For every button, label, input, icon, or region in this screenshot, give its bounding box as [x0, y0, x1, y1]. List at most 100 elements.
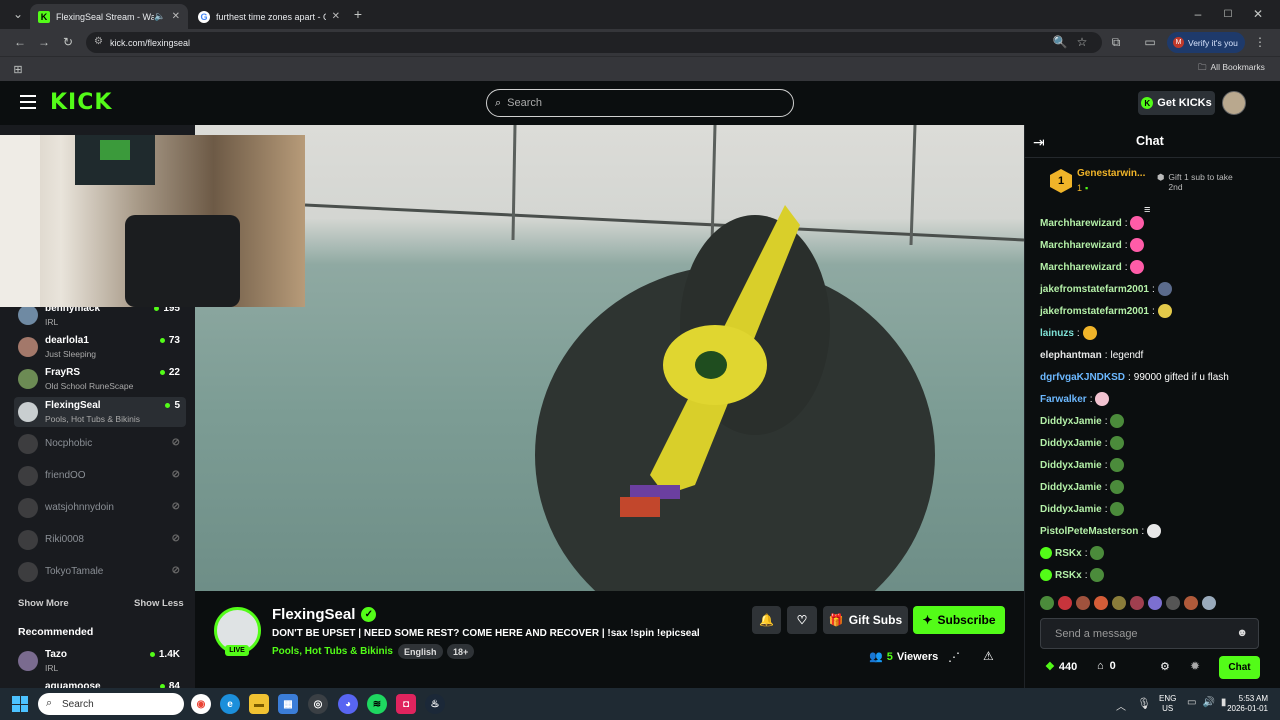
tab-flexingseal[interactable]: K FlexingSeal Stream - Watch 🔈 ✕ — [30, 4, 188, 29]
spotify-icon[interactable]: ≋ — [367, 694, 387, 714]
report-icon[interactable]: ⚠ — [983, 649, 994, 663]
user-avatar[interactable] — [1222, 91, 1246, 115]
chat-username[interactable]: Marchharewizard — [1040, 218, 1122, 229]
menu-dots-icon[interactable]: ⋮ — [1252, 34, 1268, 50]
taskbar-search-input[interactable]: ⌕ Search — [38, 693, 184, 715]
sidebar-channel[interactable]: dearlola1 Just Sleeping 73 — [14, 332, 186, 362]
chat-username[interactable]: DiddyxJamie — [1040, 460, 1102, 471]
back-icon[interactable]: ← — [12, 34, 28, 50]
chat-username[interactable]: DiddyxJamie — [1040, 416, 1102, 427]
emoji-icon[interactable]: ☻ — [1236, 627, 1248, 639]
chat-username[interactable]: Marchharewizard — [1040, 262, 1122, 273]
hamburger-menu-icon[interactable] — [20, 95, 36, 109]
chat-username[interactable]: DiddyxJamie — [1040, 504, 1102, 515]
cast-icon[interactable]: ▭ — [1142, 34, 1158, 50]
extensions-icon[interactable]: ⧉ — [1108, 34, 1124, 50]
microphone-icon[interactable]: 🎙 — [1137, 697, 1151, 710]
sidebar-recommended-channel[interactable]: Tazo IRL 1.4K — [14, 646, 186, 676]
rating-tag[interactable]: 18+ — [447, 644, 475, 659]
sidebar-channel-selected[interactable]: FlexingSeal Pools, Hot Tubs & Bikinis 5 — [14, 397, 186, 427]
file-explorer-icon[interactable]: ▬ — [249, 694, 269, 714]
site-info-icon[interactable]: ⚙ — [94, 36, 103, 47]
chat-emote — [1110, 414, 1125, 428]
chat-username[interactable]: PistolPeteMasterson — [1040, 526, 1138, 537]
send-chat-button[interactable]: Chat — [1219, 656, 1260, 679]
share-icon[interactable]: ⋰ — [948, 650, 960, 664]
avatar — [18, 402, 38, 422]
gift-count[interactable]: ⌂ 0 — [1097, 660, 1116, 672]
app-red-icon[interactable]: ◘ — [396, 694, 416, 714]
verified-badge-icon — [1040, 569, 1052, 581]
chat-username[interactable]: lainuzs — [1040, 328, 1074, 339]
gift-sub-prompt[interactable]: ⬢ Gift 1 sub to take 2nd — [1157, 172, 1247, 192]
expand-leaderboard-icon[interactable]: ≡ — [1144, 204, 1150, 216]
apps-grid-icon[interactable]: ⊞ — [10, 61, 26, 77]
settings-gear-icon[interactable]: ⚙ — [1160, 660, 1170, 673]
system-tray[interactable]: ▭ 🔊 ▮ — [1187, 697, 1226, 708]
chat-username[interactable]: jakefromstatefarm2001 — [1040, 306, 1149, 317]
sidebar-channel[interactable]: TokyoTamale ⊘ — [14, 557, 186, 587]
emote-menu-icon[interactable]: ✹ — [1190, 659, 1200, 673]
clock[interactable]: 5:53 AM 2026-01-01 — [1226, 694, 1268, 714]
maximize-icon[interactable]: ☐ — [1220, 6, 1236, 22]
profile-button[interactable]: M Verify it's you — [1167, 32, 1245, 53]
zoom-icon[interactable]: 🔍 — [1052, 34, 1068, 50]
edge-icon[interactable]: e — [220, 694, 240, 714]
kick-logo[interactable]: KICK — [50, 90, 112, 115]
language-tag[interactable]: English — [398, 644, 443, 659]
chat-username[interactable]: Farwalker — [1040, 394, 1087, 405]
chat-username[interactable]: elephantman — [1040, 350, 1102, 361]
chrome-profile-icon[interactable]: ◎ — [308, 694, 328, 714]
forward-icon[interactable]: → — [36, 34, 52, 50]
chat-username[interactable]: jakefromstatefarm2001 — [1040, 284, 1149, 295]
network-icon: ▭ — [1187, 697, 1197, 708]
top-gifter-name[interactable]: Genestarwin... — [1077, 168, 1145, 179]
language-indicator[interactable]: ENG US — [1159, 694, 1176, 714]
chat-username[interactable]: dgrfvgaKJNDKSD — [1040, 372, 1125, 383]
channel-points[interactable]: ❖ 440 — [1045, 660, 1077, 674]
follow-button[interactable]: ♡ — [787, 606, 817, 634]
sidebar-channel[interactable]: friendOO ⊘ — [14, 461, 186, 491]
notification-bell-button[interactable]: 🔔 — [752, 606, 781, 634]
chat-username[interactable]: RSKx — [1055, 548, 1082, 559]
gift-subs-button[interactable]: 🎁 Gift Subs — [823, 606, 908, 634]
sidebar-channel[interactable]: watsjohnnydoin ⊘ — [14, 493, 186, 523]
chat-username[interactable]: DiddyxJamie — [1040, 438, 1102, 449]
windows-start-icon[interactable] — [12, 696, 28, 712]
app-icon[interactable]: ▦ — [278, 694, 298, 714]
tab-search-icon[interactable]: ⌄ — [10, 6, 26, 22]
sidebar-channel[interactable]: Riki0008 ⊘ — [14, 525, 186, 555]
chevron-up-icon[interactable]: ︿ — [1116, 698, 1126, 713]
steam-icon[interactable]: ♨ — [425, 694, 445, 714]
video-player[interactable] — [195, 125, 1024, 591]
new-tab-icon[interactable]: + — [350, 6, 366, 22]
avatar — [18, 434, 38, 454]
chat-separator: : — [1104, 349, 1108, 361]
sidebar-channel[interactable]: Nocphobic ⊘ — [14, 429, 186, 459]
sidebar-channel[interactable]: FrayRS Old School RuneScape 22 — [14, 364, 186, 394]
chat-username[interactable]: RSKx — [1055, 570, 1082, 581]
close-icon[interactable]: ✕ — [332, 11, 340, 22]
all-bookmarks[interactable]: 🗀 All Bookmarks — [1198, 62, 1265, 76]
reload-icon[interactable]: ↻ — [60, 34, 76, 50]
close-icon[interactable]: ✕ — [172, 11, 180, 22]
get-kicks-button[interactable]: K Get KICKs — [1138, 91, 1215, 115]
tab-google[interactable]: G furthest time zones apart - Goo ✕ — [190, 4, 348, 29]
streamer-name[interactable]: FlexingSeal ✓ — [272, 606, 377, 623]
discord-icon[interactable]: ◕ — [338, 694, 358, 714]
window-close-icon[interactable]: ✕ — [1250, 6, 1266, 22]
show-less-button[interactable]: Show Less — [134, 598, 184, 609]
chat-username[interactable]: DiddyxJamie — [1040, 482, 1102, 493]
show-more-button[interactable]: Show More — [18, 598, 69, 609]
search-input[interactable]: ⌕ Search — [486, 89, 794, 117]
address-bar[interactable]: ⚙ kick.com/flexingseal — [86, 32, 1102, 53]
chrome-icon[interactable]: ◉ — [191, 694, 211, 714]
collapse-chat-icon[interactable]: ⇥ — [1033, 134, 1045, 151]
bookmark-star-icon[interactable]: ☆ — [1074, 34, 1090, 50]
chat-username[interactable]: Marchharewizard — [1040, 240, 1122, 251]
sidebar-recommended-channel[interactable]: aquamoose 84 — [14, 678, 186, 688]
stream-category[interactable]: Pools, Hot Tubs & Bikinis — [272, 646, 393, 657]
minimize-icon[interactable]: – — [1190, 6, 1206, 22]
chat-message-input[interactable]: Send a message ☻ — [1040, 618, 1259, 649]
subscribe-button[interactable]: ✦ Subscribe — [913, 606, 1005, 634]
